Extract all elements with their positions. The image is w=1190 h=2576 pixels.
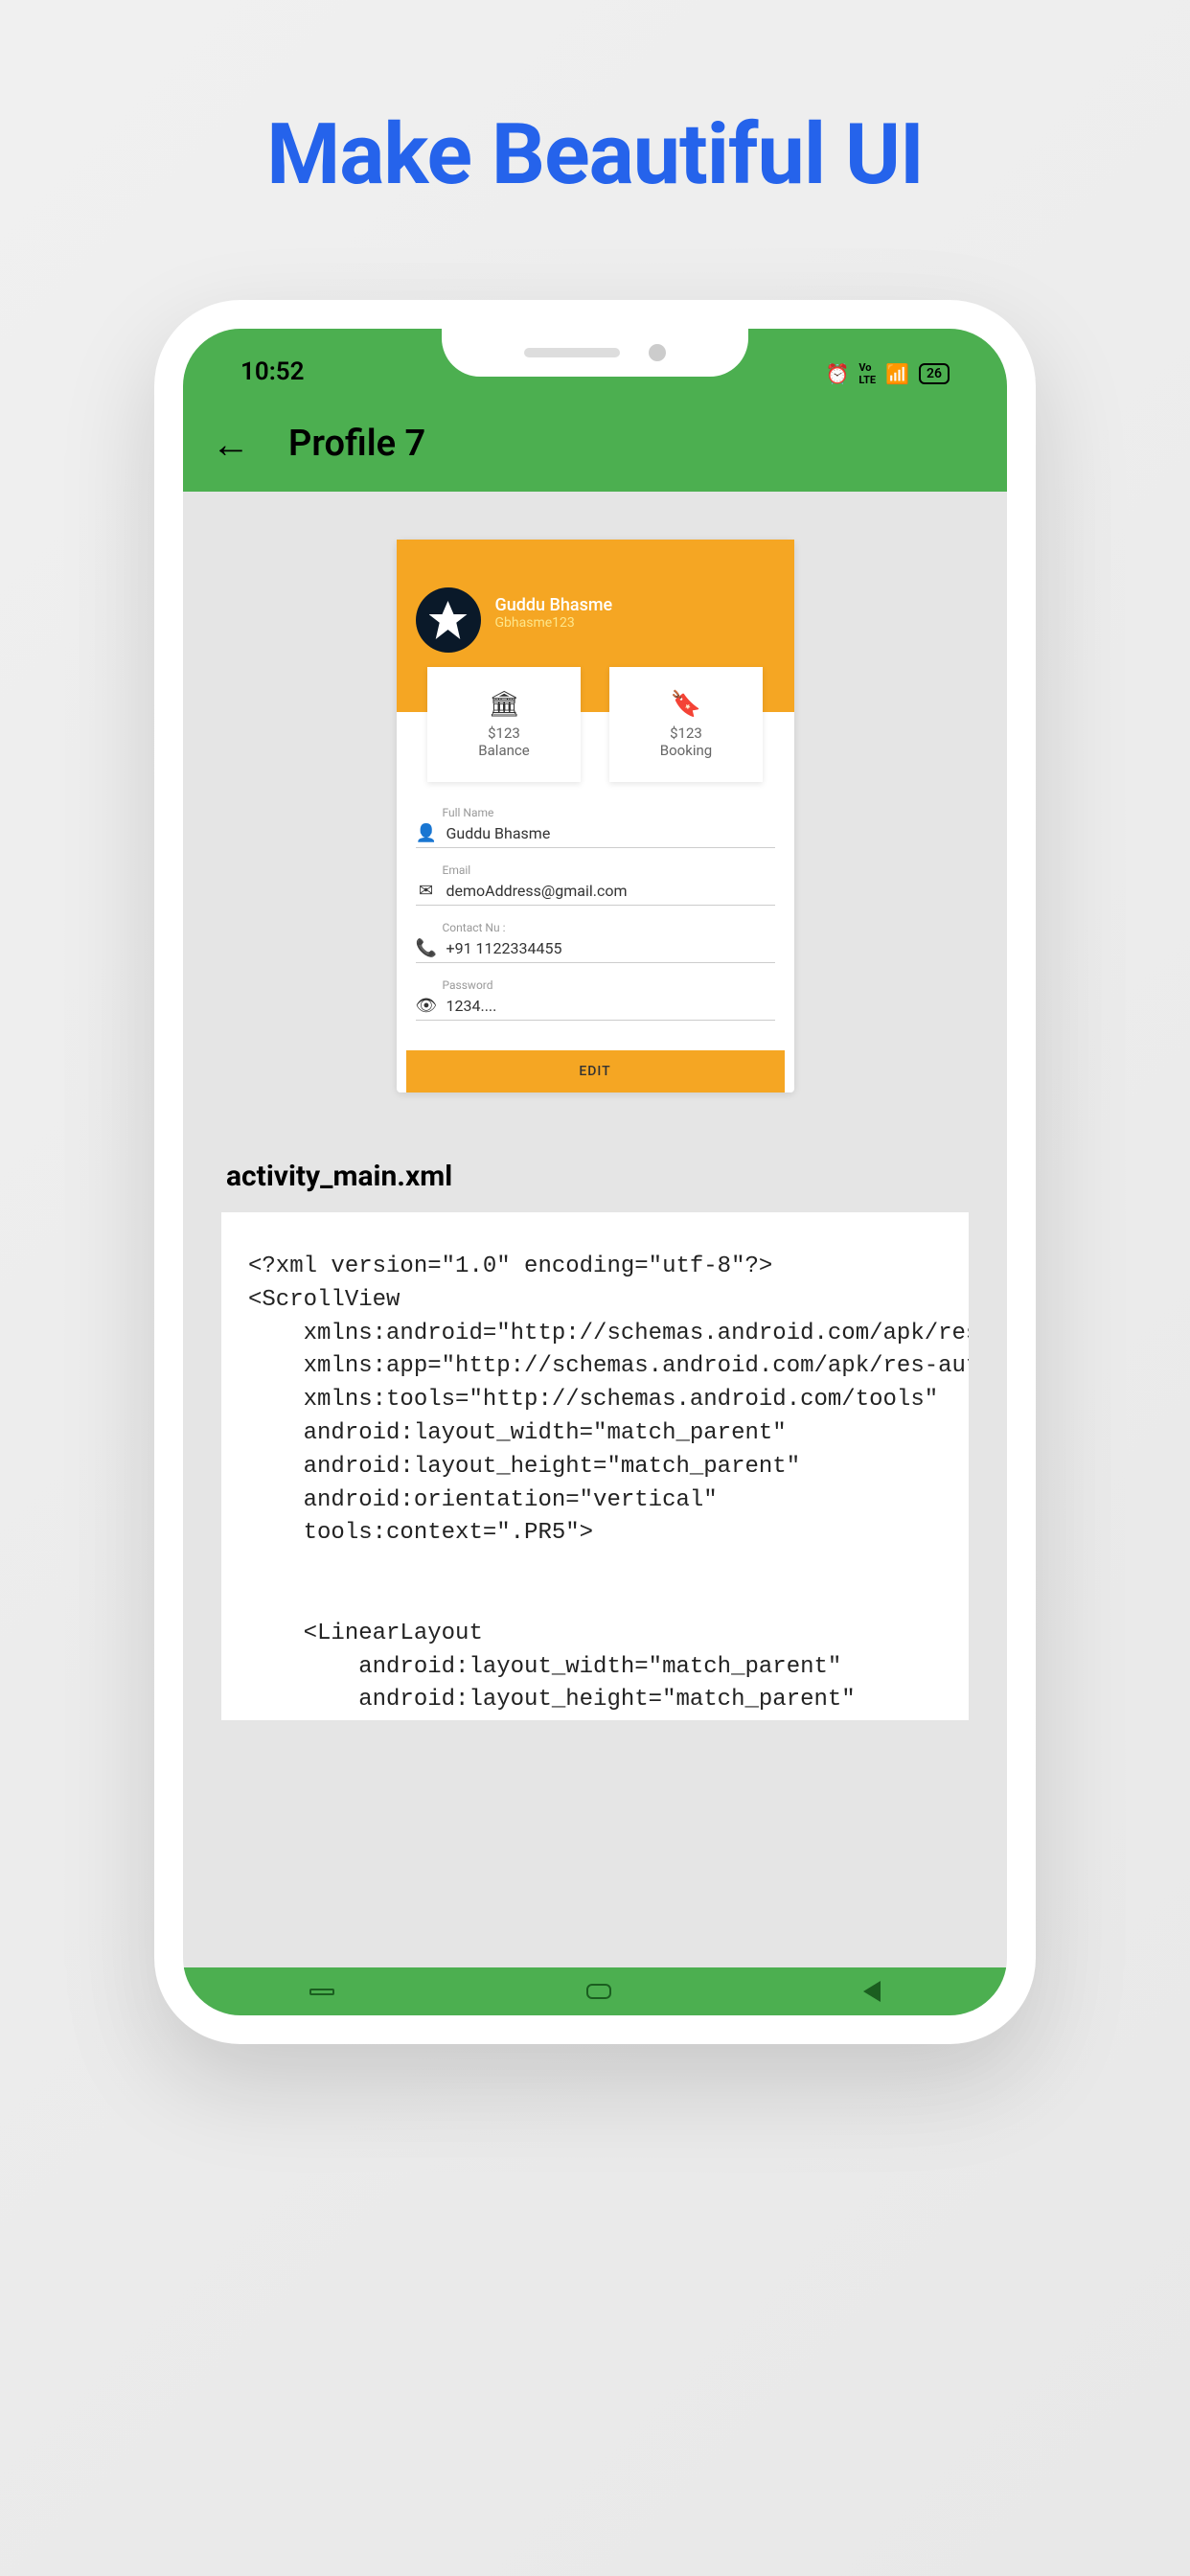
bookmark-icon: 🔖 bbox=[671, 690, 701, 719]
code-snippet[interactable]: <?xml version="1.0" encoding="utf-8"?> <… bbox=[221, 1212, 969, 1720]
email-value[interactable]: demoAddress@gmail.com bbox=[446, 882, 628, 900]
contact-label: Contact Nu : bbox=[416, 921, 775, 934]
signal-icon: 📶 bbox=[885, 362, 909, 385]
stat-cards-row: 🏛 $123 Balance 🔖 $123 Booking bbox=[397, 667, 794, 782]
recents-nav-icon[interactable] bbox=[309, 1989, 334, 1995]
screen-content: Guddu Bhasme Gbhasme123 🏛 $123 Balance 🔖… bbox=[183, 492, 1007, 1967]
profile-info: Guddu Bhasme Gbhasme123 bbox=[495, 587, 613, 631]
contact-value[interactable]: +91 1122334455 bbox=[446, 939, 562, 957]
status-time: 10:52 bbox=[240, 357, 305, 386]
android-nav-bar bbox=[183, 1967, 1007, 2015]
person-icon: 👤 bbox=[416, 823, 437, 843]
phone-icon: 📞 bbox=[416, 938, 437, 958]
battery-icon: 26 bbox=[919, 363, 950, 384]
password-field: Password 👁 1234.... bbox=[416, 978, 775, 1021]
page-headline: Make Beautiful UI bbox=[266, 105, 924, 204]
app-bar: ← Profile 7 bbox=[183, 396, 1007, 492]
edit-button[interactable]: EDIT bbox=[406, 1050, 785, 1092]
profile-card: Guddu Bhasme Gbhasme123 🏛 $123 Balance 🔖… bbox=[397, 540, 794, 1092]
password-label: Password bbox=[416, 978, 775, 992]
booking-card[interactable]: 🔖 $123 Booking bbox=[609, 667, 763, 782]
booking-value: $123 bbox=[670, 724, 702, 742]
contact-field: Contact Nu : 📞 +91 1122334455 bbox=[416, 921, 775, 963]
volte-icon: VoLTE bbox=[858, 361, 876, 386]
avatar[interactable] bbox=[416, 587, 481, 653]
email-label: Email bbox=[416, 863, 775, 877]
home-nav-icon[interactable] bbox=[586, 1984, 611, 1999]
avatar-image-icon bbox=[429, 601, 468, 639]
balance-label: Balance bbox=[478, 742, 529, 759]
phone-screen: 10:52 ⏰ VoLTE 📶 26 ← Profile 7 Guddu Bha… bbox=[183, 329, 1007, 2015]
fullname-label: Full Name bbox=[416, 806, 775, 819]
eye-icon: 👁 bbox=[416, 996, 437, 1016]
back-arrow-icon[interactable]: ← bbox=[212, 422, 250, 467]
balance-value: $123 bbox=[488, 724, 520, 742]
bank-icon: 🏛 bbox=[488, 690, 519, 719]
mail-icon: ✉ bbox=[416, 881, 437, 901]
speaker-icon bbox=[524, 348, 620, 357]
code-filename: activity_main.xml bbox=[221, 1160, 969, 1193]
camera-icon bbox=[649, 344, 666, 361]
balance-card[interactable]: 🏛 $123 Balance bbox=[427, 667, 581, 782]
phone-mockup-frame: 10:52 ⏰ VoLTE 📶 26 ← Profile 7 Guddu Bha… bbox=[154, 300, 1036, 2044]
fullname-field: Full Name 👤 Guddu Bhasme bbox=[416, 806, 775, 848]
password-value[interactable]: 1234.... bbox=[446, 997, 497, 1015]
back-nav-icon[interactable] bbox=[863, 1981, 881, 2002]
email-field: Email ✉ demoAddress@gmail.com bbox=[416, 863, 775, 906]
fullname-value[interactable]: Guddu Bhasme bbox=[446, 824, 551, 842]
app-bar-title: Profile 7 bbox=[288, 423, 425, 465]
profile-form: Full Name 👤 Guddu Bhasme Email ✉ demoAdd… bbox=[397, 782, 794, 1046]
profile-name: Guddu Bhasme bbox=[495, 595, 613, 615]
booking-label: Booking bbox=[660, 742, 712, 759]
profile-username: Gbhasme123 bbox=[495, 615, 613, 631]
status-indicators: ⏰ VoLTE 📶 26 bbox=[825, 361, 950, 386]
alarm-icon: ⏰ bbox=[825, 362, 849, 385]
phone-notch bbox=[442, 329, 748, 377]
